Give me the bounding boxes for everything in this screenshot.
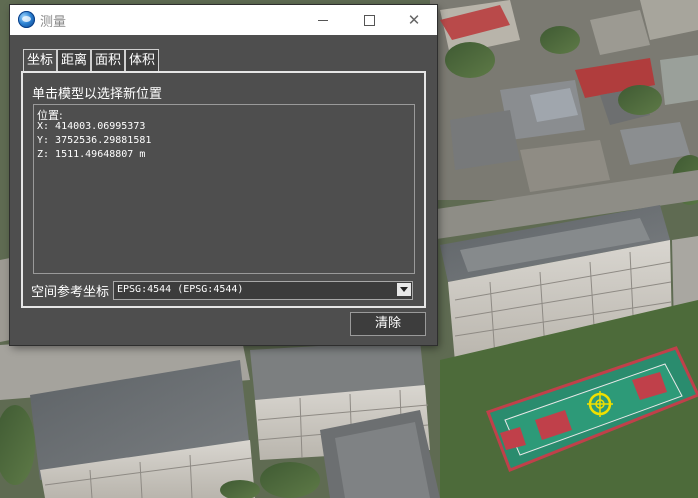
- measure-window: 测量 ✕ 坐标 距离 面积 体积 单击模型以选择新位置 位置: X: 41400…: [10, 5, 437, 345]
- window-title: 测量: [40, 15, 67, 30]
- srs-selected-value: EPSG:4544 (EPSG:4544): [117, 284, 244, 295]
- maximize-icon: [363, 15, 375, 26]
- close-button[interactable]: ✕: [391, 5, 437, 35]
- coordinate-panel: 单击模型以选择新位置 位置: X: 414003.06995373 Y: 375…: [21, 71, 426, 308]
- z-coordinate: Z: 1511.49648807 m: [37, 149, 146, 160]
- minimize-button[interactable]: [300, 5, 346, 35]
- crosshair-icon[interactable]: [587, 391, 613, 417]
- minimize-icon: [318, 20, 328, 21]
- result-textbox[interactable]: 位置: X: 414003.06995373 Y: 3752536.298815…: [33, 104, 415, 274]
- globe-icon: [18, 11, 35, 28]
- x-coordinate: X: 414003.06995373: [37, 121, 146, 132]
- maximize-button[interactable]: [346, 5, 392, 35]
- srs-label: 空间参考坐标: [31, 285, 110, 300]
- clear-button[interactable]: 清除: [350, 312, 426, 336]
- chevron-down-icon[interactable]: [397, 283, 411, 296]
- srs-dropdown[interactable]: EPSG:4544 (EPSG:4544): [113, 281, 413, 300]
- title-bar[interactable]: 测量 ✕: [10, 5, 437, 35]
- tab-area[interactable]: 面积: [91, 49, 125, 71]
- close-icon: ✕: [407, 11, 421, 29]
- tab-coordinate[interactable]: 坐标: [23, 49, 57, 72]
- tab-volume[interactable]: 体积: [125, 49, 159, 71]
- instruction-text: 单击模型以选择新位置: [32, 87, 163, 102]
- y-coordinate: Y: 3752536.29881581: [37, 135, 152, 146]
- tab-distance[interactable]: 距离: [57, 49, 91, 71]
